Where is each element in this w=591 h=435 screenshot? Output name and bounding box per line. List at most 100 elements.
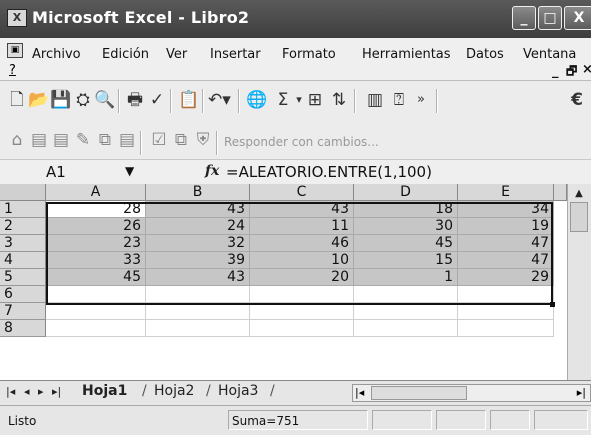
cell-c3[interactable]: 46: [250, 235, 354, 252]
reply-with-changes-button[interactable]: Responder con cambios...: [224, 135, 379, 149]
menu-formato[interactable]: Formato: [282, 47, 336, 62]
maximize-button[interactable]: □: [538, 6, 562, 30]
sort-icon[interactable]: ⇅: [328, 89, 350, 111]
column-header-e[interactable]: E: [458, 184, 554, 201]
help-icon[interactable]: ⍰: [388, 89, 410, 111]
workbook-minimize-button[interactable]: _: [552, 64, 559, 79]
minimize-button[interactable]: _: [512, 6, 536, 30]
cell-c5[interactable]: 20: [250, 269, 354, 286]
menu-insertar[interactable]: Insertar: [210, 47, 261, 62]
cell-empty[interactable]: [46, 303, 146, 320]
row-header-5[interactable]: 5: [0, 269, 46, 286]
cell-a5[interactable]: 45: [46, 269, 146, 286]
column-header-c[interactable]: C: [250, 184, 354, 201]
cell-empty[interactable]: [458, 320, 554, 337]
new-icon[interactable]: 🗋: [6, 89, 28, 111]
first-sheet-icon[interactable]: |◂: [6, 385, 15, 398]
vertical-scroll-thumb[interactable]: [570, 202, 588, 232]
cell-a3[interactable]: 23: [46, 235, 146, 252]
sheet-tab-hoja1[interactable]: Hoja1: [82, 383, 127, 399]
sheet-tab-hoja3[interactable]: Hoja3: [218, 383, 258, 399]
workbook-icon[interactable]: ▤: [28, 129, 50, 151]
select-all-corner[interactable]: [0, 184, 46, 201]
cell-d1[interactable]: 18: [354, 201, 458, 218]
vertical-scrollbar[interactable]: ▲: [567, 184, 591, 380]
workbook-icon[interactable]: ▤: [116, 129, 138, 151]
cell-d2[interactable]: 30: [354, 218, 458, 235]
cell-empty[interactable]: [250, 286, 354, 303]
excel-app-icon[interactable]: X: [7, 9, 27, 27]
cell-b3[interactable]: 32: [146, 235, 250, 252]
track-changes-icon[interactable]: ☑: [148, 129, 170, 151]
copy-icon[interactable]: ⧉: [94, 129, 116, 151]
document-icon[interactable]: ▣: [7, 43, 23, 58]
cell-empty[interactable]: [250, 303, 354, 320]
next-sheet-icon[interactable]: ▸: [38, 385, 44, 398]
menu-ver[interactable]: Ver: [166, 47, 187, 62]
open-icon[interactable]: 📂: [28, 89, 50, 111]
function-icon[interactable]: ⊞: [304, 89, 326, 111]
cell-b5[interactable]: 43: [146, 269, 250, 286]
cell-empty[interactable]: [458, 286, 554, 303]
spelling-icon[interactable]: ✓: [146, 89, 168, 111]
horizontal-scrollbar[interactable]: |◂ ▸|: [352, 384, 591, 402]
more-icon[interactable]: »: [410, 89, 432, 111]
prev-sheet-icon[interactable]: ◂: [24, 385, 30, 398]
menu-edicion[interactable]: Edición: [102, 47, 149, 62]
cell-e2[interactable]: 19: [458, 218, 554, 235]
cell-empty[interactable]: [146, 286, 250, 303]
row-header-3[interactable]: 3: [0, 235, 46, 252]
cell-c1[interactable]: 43: [250, 201, 354, 218]
cell-d4[interactable]: 15: [354, 252, 458, 269]
cell-empty[interactable]: [146, 320, 250, 337]
protect-icon[interactable]: ⛨: [192, 129, 214, 151]
column-header-d[interactable]: D: [354, 184, 458, 201]
row-header-7[interactable]: 7: [0, 303, 46, 320]
paste-icon[interactable]: 📋: [178, 89, 200, 111]
hyperlink-icon[interactable]: 🌐: [246, 89, 268, 111]
row-header-8[interactable]: 8: [0, 320, 46, 337]
insert-function-icon[interactable]: fx: [205, 163, 219, 179]
workbook-close-button[interactable]: ×: [582, 62, 591, 77]
last-sheet-icon[interactable]: ▸|: [52, 385, 61, 398]
cell-d5[interactable]: 1: [354, 269, 458, 286]
row-header-4[interactable]: 4: [0, 252, 46, 269]
undo-icon[interactable]: ↶▾: [208, 89, 231, 111]
cell-b2[interactable]: 24: [146, 218, 250, 235]
column-header-b[interactable]: B: [146, 184, 250, 201]
cell-a4[interactable]: 33: [46, 252, 146, 269]
scroll-right-icon[interactable]: ▸|: [577, 386, 586, 399]
cell-empty[interactable]: [354, 320, 458, 337]
fill-handle[interactable]: [550, 302, 555, 307]
cell-empty[interactable]: [354, 286, 458, 303]
cell-e3[interactable]: 47: [458, 235, 554, 252]
permission-icon[interactable]: ⛭: [72, 89, 94, 111]
cell-a2[interactable]: 26: [46, 218, 146, 235]
cell-e4[interactable]: 47: [458, 252, 554, 269]
print-icon[interactable]: 🖶: [124, 89, 146, 111]
cell-b1[interactable]: 43: [146, 201, 250, 218]
cell-empty[interactable]: [146, 303, 250, 320]
row-header-6[interactable]: 6: [0, 286, 46, 303]
sheet-tab-hoja2[interactable]: Hoja2: [154, 383, 194, 399]
cell-e5[interactable]: 29: [458, 269, 554, 286]
cell-b4[interactable]: 39: [146, 252, 250, 269]
column-header-f[interactable]: [554, 184, 567, 201]
compare-icon[interactable]: ⌂: [6, 129, 28, 151]
euro-icon[interactable]: €: [566, 89, 588, 111]
cell-empty[interactable]: [46, 286, 146, 303]
cell-empty[interactable]: [250, 320, 354, 337]
formula-input[interactable]: =ALEATORIO.ENTRE(1,100): [226, 163, 432, 181]
cell-empty[interactable]: [46, 320, 146, 337]
menu-help[interactable]: ?: [9, 63, 16, 78]
menu-ventana[interactable]: Ventana: [523, 47, 576, 62]
cell-e1[interactable]: 34: [458, 201, 554, 218]
scroll-left-icon[interactable]: |◂: [355, 386, 364, 399]
cell-a1[interactable]: 28: [46, 201, 146, 218]
edit-icon[interactable]: ✎: [72, 129, 94, 151]
column-header-a[interactable]: A: [46, 184, 146, 201]
search-icon[interactable]: 🔍: [94, 89, 116, 111]
close-button[interactable]: X: [564, 6, 591, 30]
row-header-2[interactable]: 2: [0, 218, 46, 235]
menu-datos[interactable]: Datos: [466, 47, 504, 62]
